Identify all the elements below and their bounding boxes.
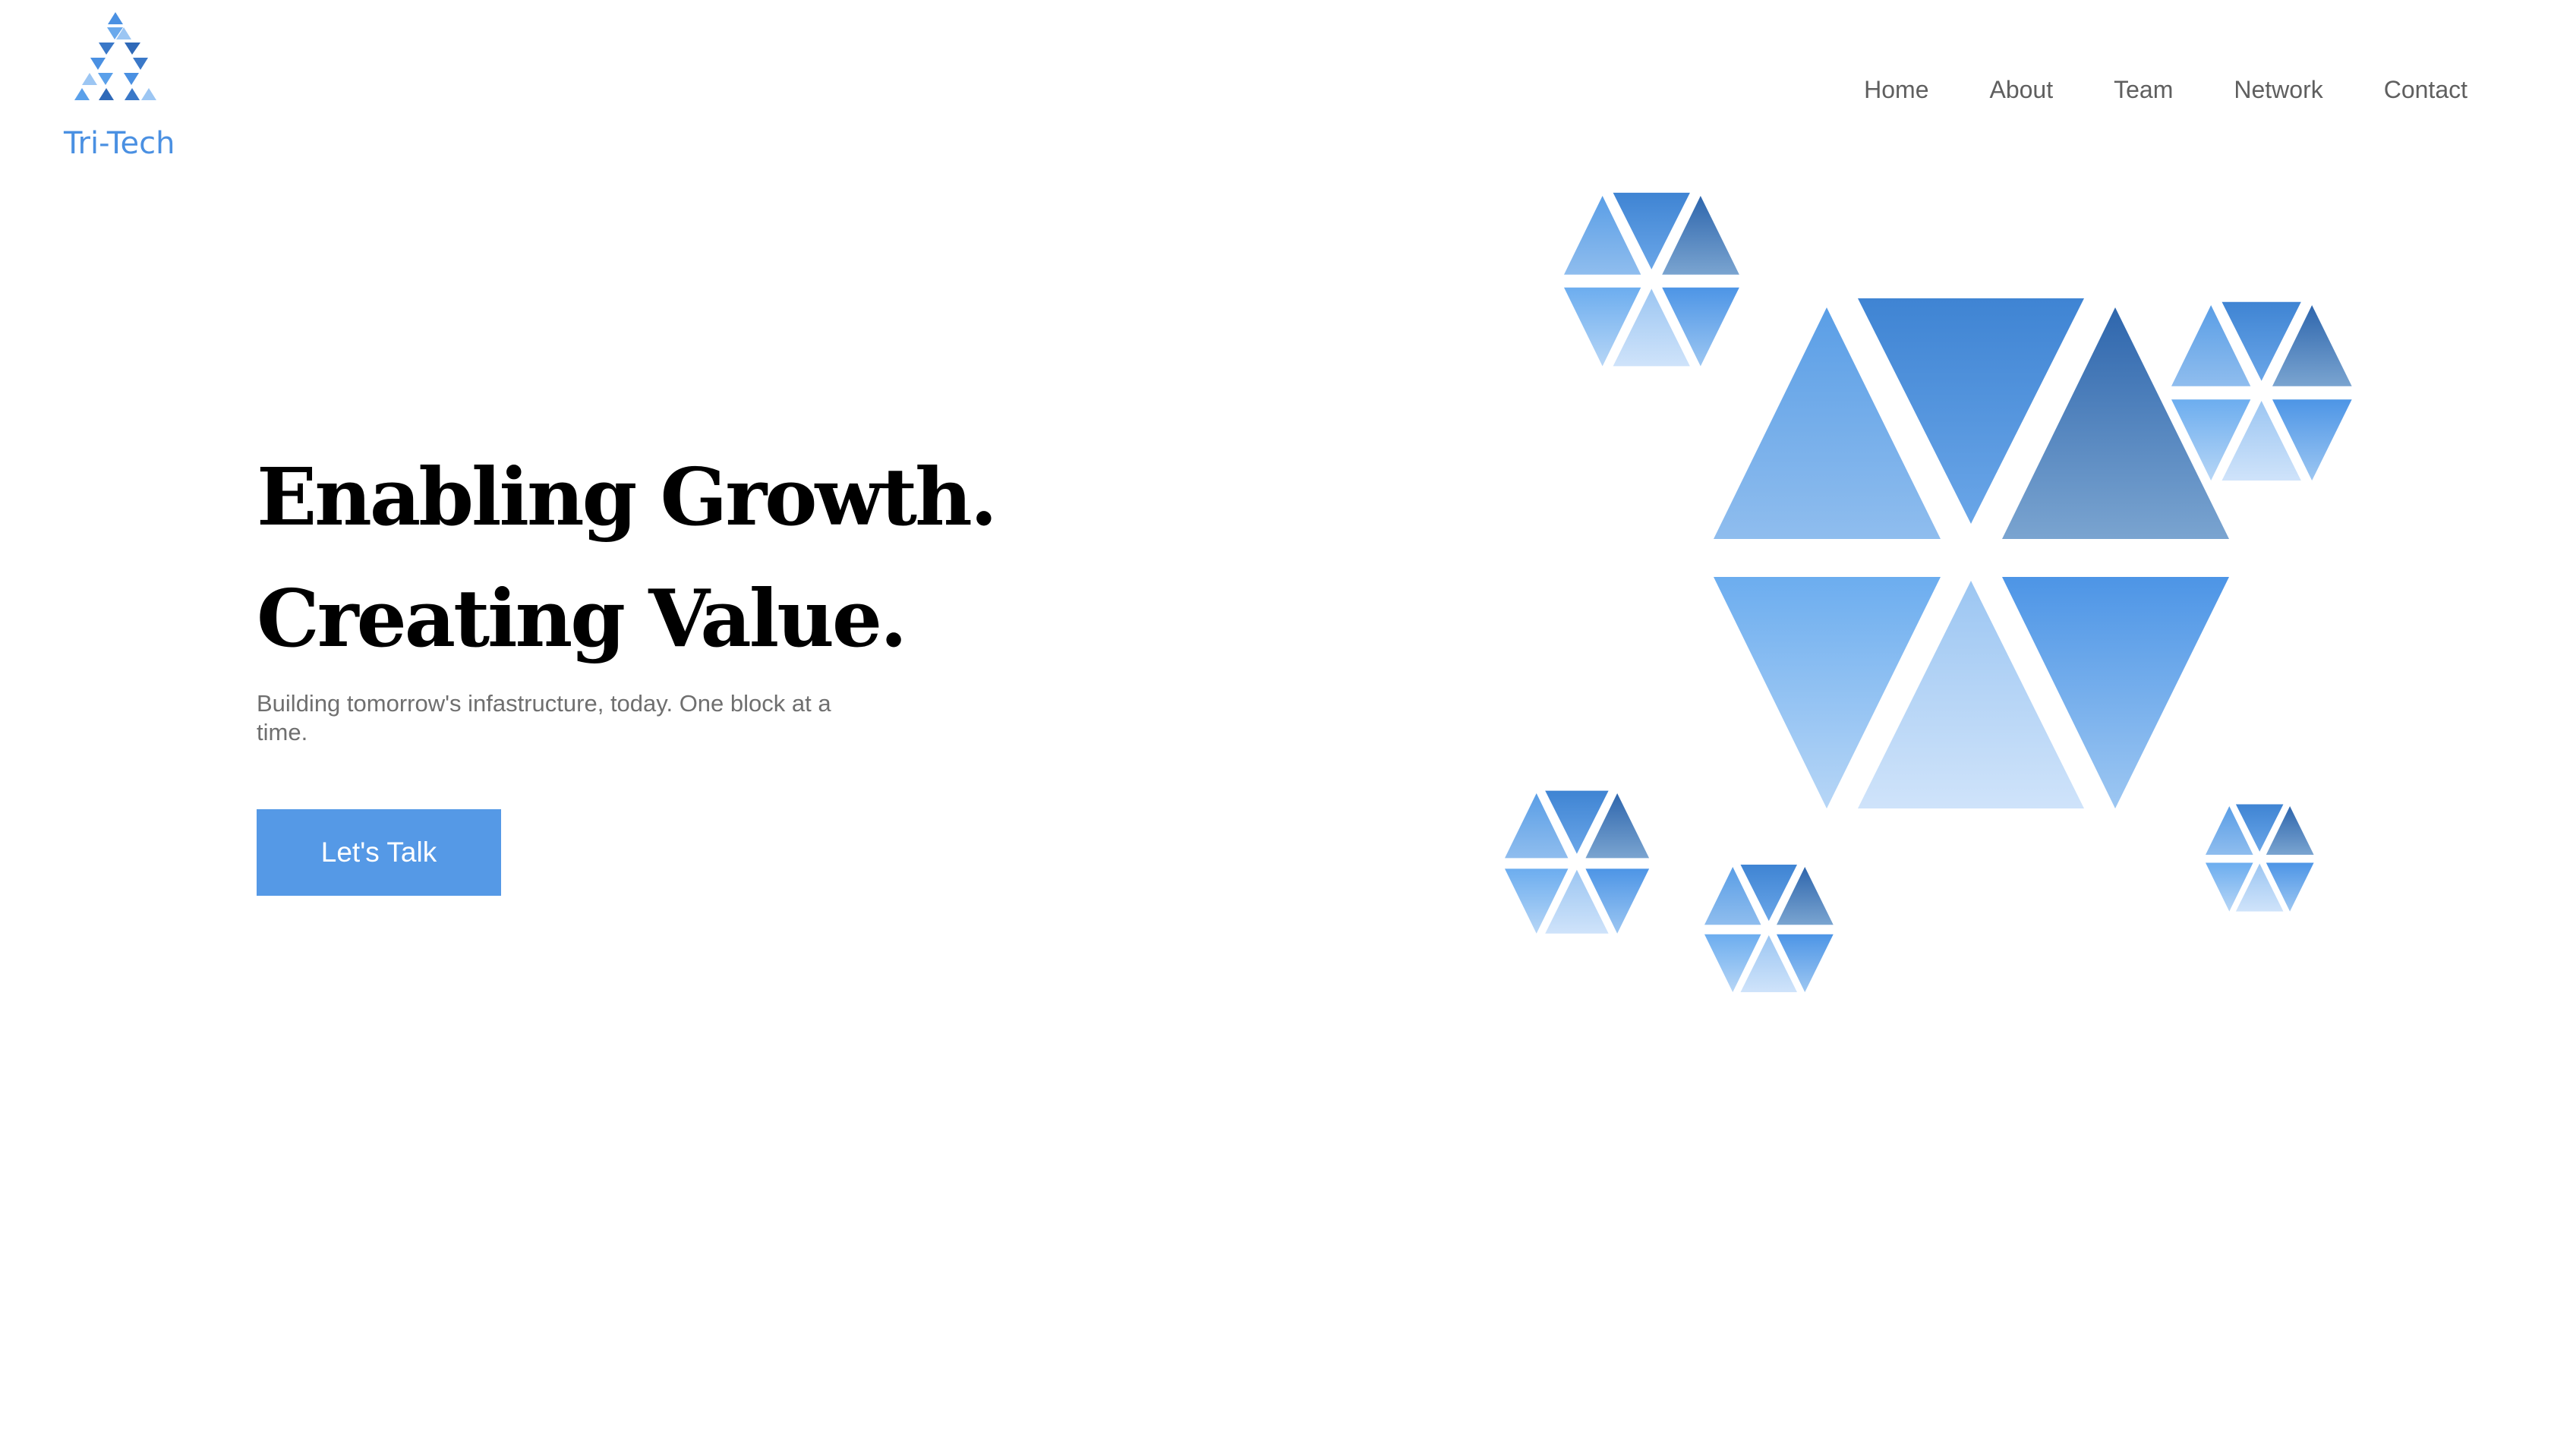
hero-subtitle: Building tomorrow's infastructure, today…	[257, 690, 831, 745]
hero-title-line-2: Creating Value.	[257, 572, 907, 665]
triangle-hexagon-cluster-icon	[1505, 192, 2352, 992]
small-hexagon-bottom-middle	[1704, 865, 1834, 992]
nav-contact[interactable]: Contact	[2384, 76, 2467, 104]
nav-home[interactable]: Home	[1864, 76, 1928, 104]
small-hexagon-bottom-right	[2206, 804, 2314, 912]
hero-title-line-1: Enabling Growth.	[257, 450, 998, 544]
small-hexagon-bottom-left	[1505, 790, 1650, 934]
nav-network[interactable]: Network	[2234, 76, 2322, 104]
large-hexagon	[1714, 298, 2229, 808]
brand-logo[interactable]: Tri-Tech	[62, 11, 184, 162]
small-hexagon-top-right	[2171, 301, 2352, 481]
brand-name: Tri-Tech	[64, 126, 175, 161]
nav-team[interactable]: Team	[2114, 76, 2173, 104]
triangle-logo-icon	[74, 12, 156, 100]
hero-title: Enabling Growth. Creating Value.	[257, 436, 998, 679]
small-hexagon-top-left	[1564, 192, 1739, 367]
nav-about[interactable]: About	[1989, 76, 2053, 104]
main-nav: Home About Team Network Contact	[1803, 76, 2467, 104]
lets-talk-button[interactable]: Let's Talk	[257, 809, 501, 896]
